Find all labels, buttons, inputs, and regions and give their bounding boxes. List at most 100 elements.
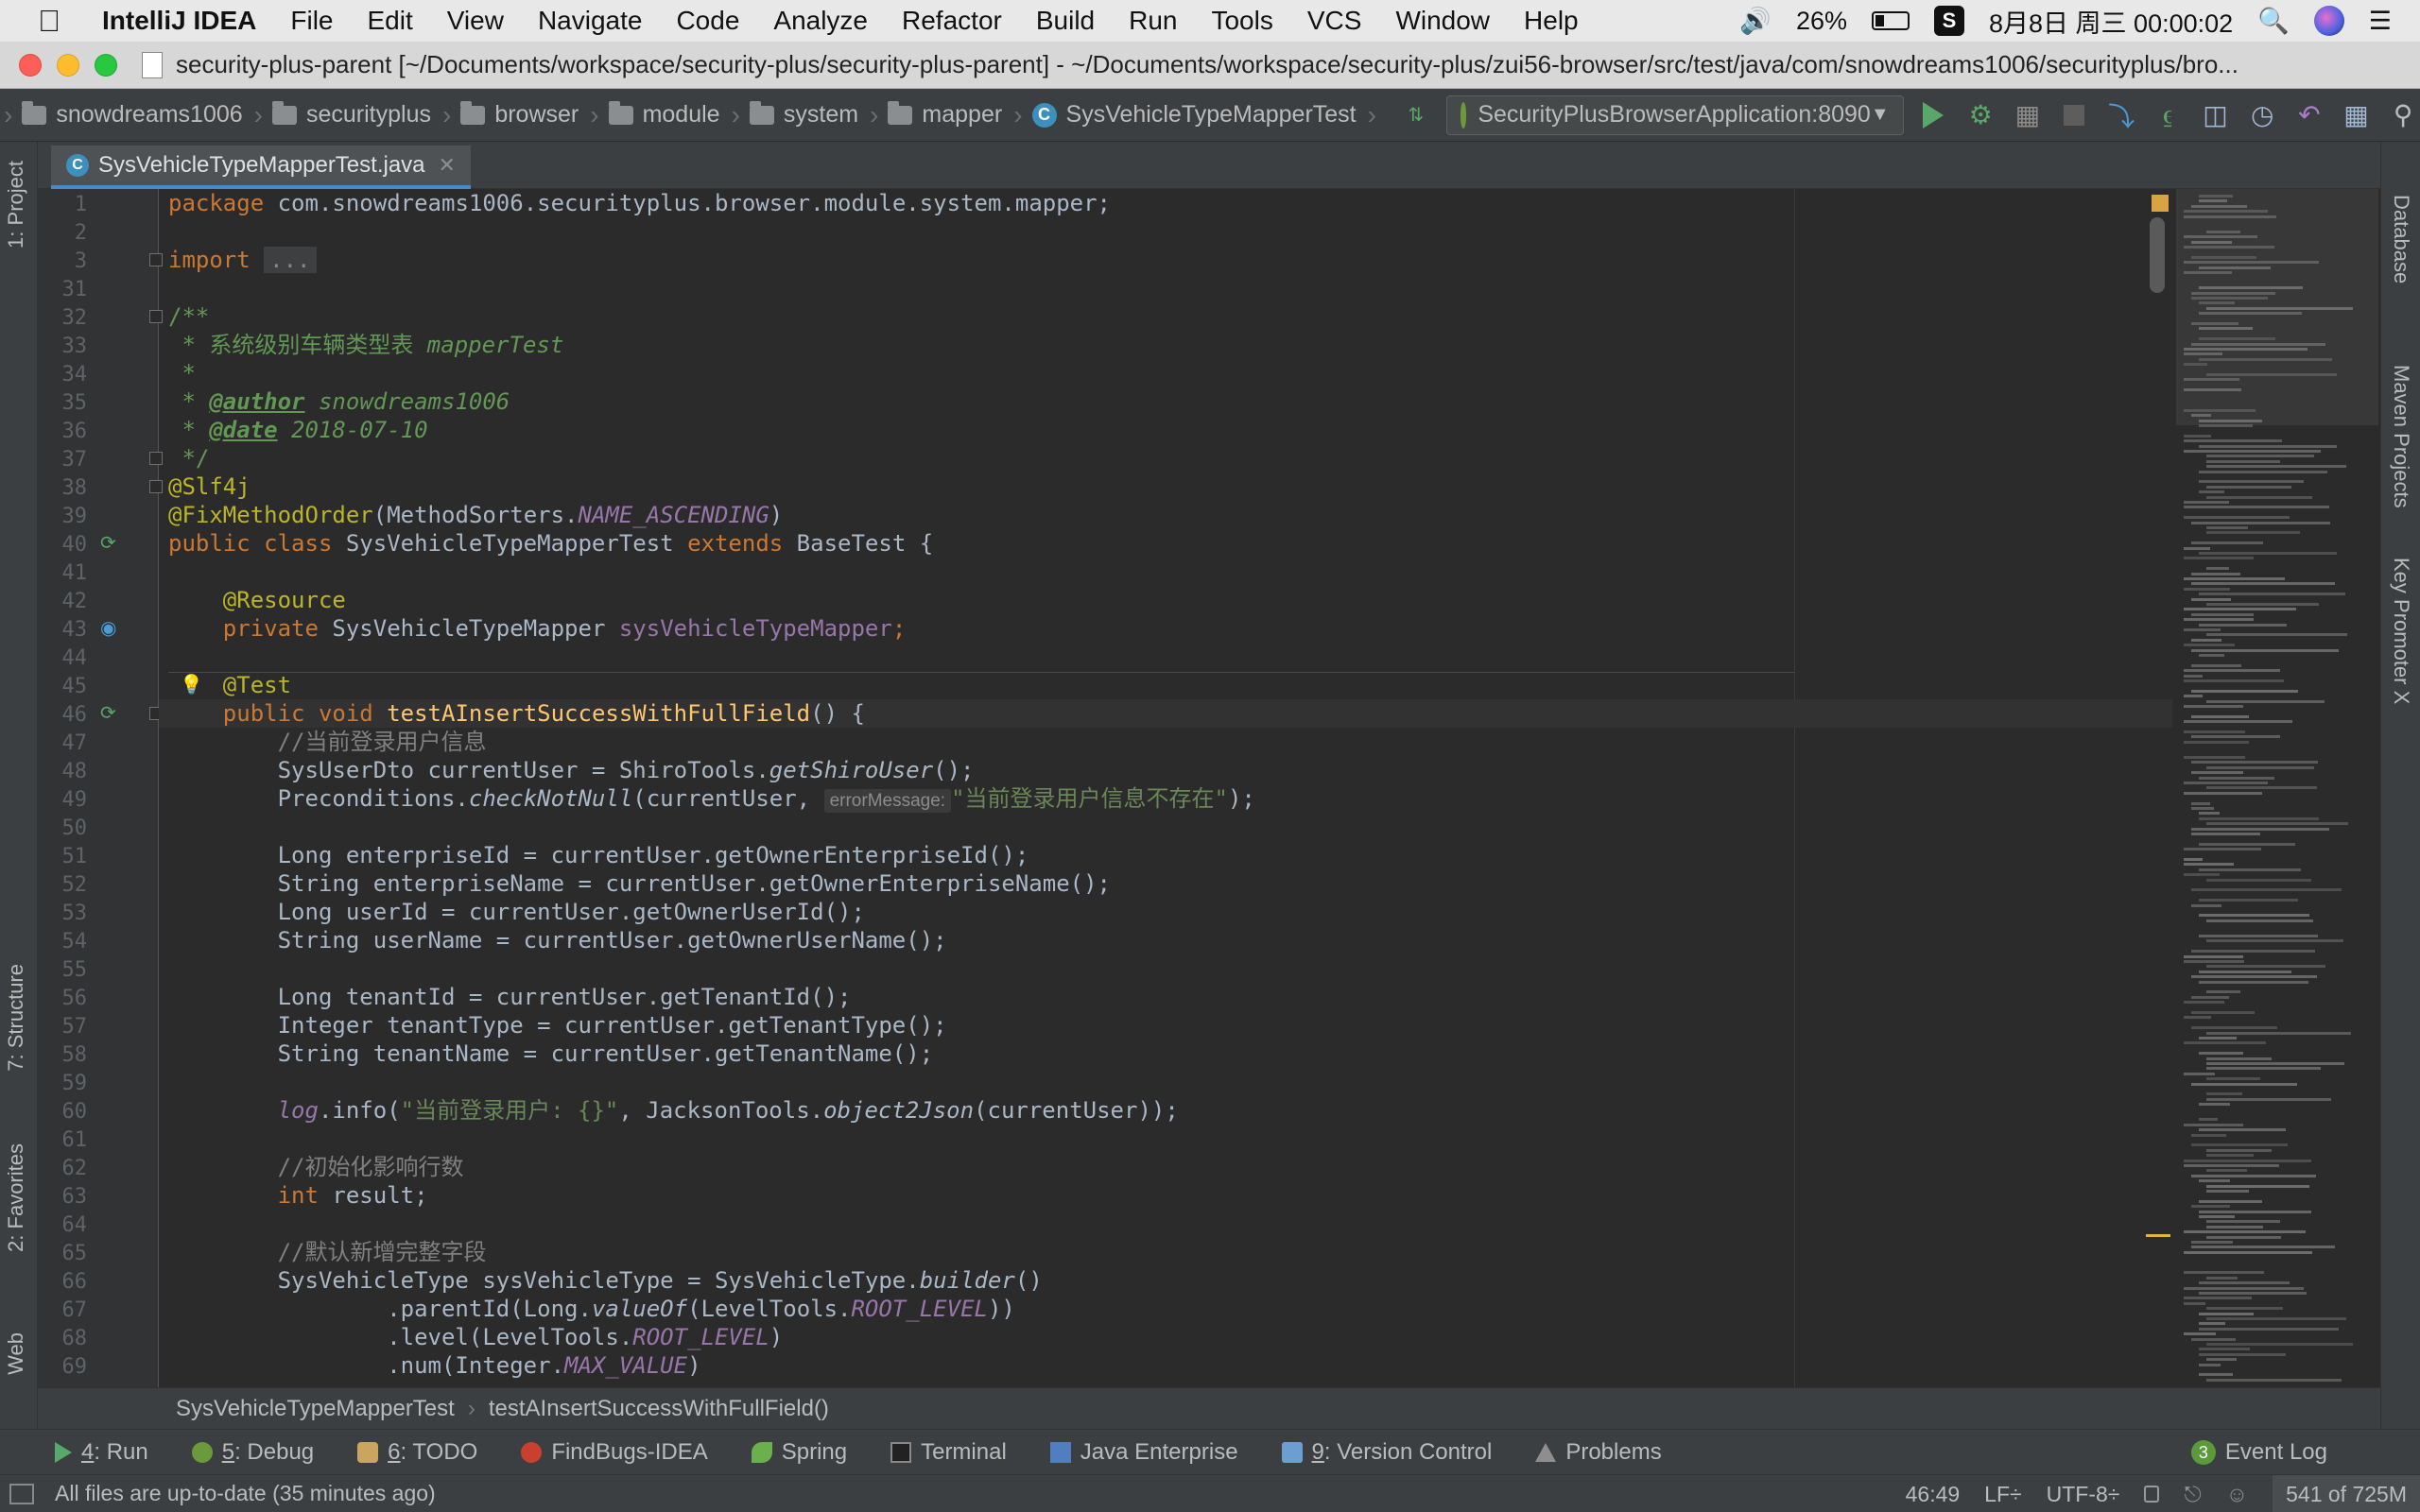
- java-enterprise-tool-button[interactable]: Java Enterprise: [1049, 1439, 1238, 1466]
- menu-code[interactable]: Code: [676, 6, 739, 36]
- structure-tool-tab[interactable]: 7: Structure: [4, 964, 28, 1072]
- revert-button[interactable]: ↶: [2292, 98, 2326, 132]
- menu-analyze[interactable]: Analyze: [773, 6, 868, 36]
- database-tool-tab[interactable]: Database: [2389, 195, 2413, 284]
- vcs-compare-button[interactable]: ◫: [2199, 98, 2233, 132]
- tool-windows-toggle-icon[interactable]: [9, 1483, 34, 1504]
- battery-percent[interactable]: 26%: [1796, 7, 1847, 36]
- menu-file[interactable]: File: [290, 6, 333, 36]
- memory-indicator[interactable]: 541 of 725M: [2273, 1475, 2420, 1512]
- nav-crumb-securityplus[interactable]: securityplus: [272, 100, 431, 129]
- run-test-gutter-icon[interactable]: ⟳: [100, 531, 116, 554]
- code-editor[interactable]: 1 2 3 31 32 33 34 35 36 37 38 39 40 41 42 43 44 45 46 47 48 4…: [38, 189, 2380, 1387]
- volume-icon[interactable]: 🔊: [1739, 6, 1772, 36]
- menu-window[interactable]: Window: [1395, 6, 1490, 36]
- code-area[interactable]: package com.snowdreams1006.securityplus.…: [159, 189, 2220, 1387]
- nav-crumb-snowdreams1006[interactable]: snowdreams1006: [22, 100, 243, 129]
- minimap-line: [2199, 1327, 2339, 1331]
- menu-edit[interactable]: Edit: [368, 6, 413, 36]
- caret-position[interactable]: 46:49: [1906, 1482, 1961, 1507]
- minimap-line: [2199, 490, 2224, 494]
- breadcrumb-method[interactable]: testAInsertSuccessWithFullField(): [489, 1396, 829, 1422]
- vertical-scrollbar-thumb[interactable]: [2150, 217, 2165, 293]
- git-icon[interactable]: ⎋: [2184, 1482, 2201, 1507]
- list-icon[interactable]: ☰: [2369, 7, 2392, 36]
- favorites-tool-tab[interactable]: 2: Favorites: [4, 1143, 28, 1252]
- maven-projects-tool-tab[interactable]: Maven Projects: [2389, 365, 2413, 508]
- minimize-window-button[interactable]: [57, 53, 79, 77]
- sort-icon[interactable]: ⇅: [1399, 98, 1433, 132]
- event-log-button[interactable]: 3 Event Log: [2190, 1430, 2327, 1475]
- menu-vcs[interactable]: VCS: [1307, 6, 1362, 36]
- menu-navigate[interactable]: Navigate: [538, 6, 643, 36]
- minimap-line: [2206, 459, 2280, 463]
- stop-button[interactable]: [2058, 98, 2092, 132]
- menu-build[interactable]: Build: [1036, 6, 1095, 36]
- findbugs-tool-button[interactable]: FindBugs-IDEA: [521, 1439, 708, 1466]
- run-tool-button[interactable]: 4: Run: [55, 1439, 148, 1466]
- lock-icon[interactable]: [2144, 1486, 2160, 1503]
- battery-icon[interactable]: [1872, 11, 1910, 30]
- menu-refactor[interactable]: Refactor: [902, 6, 1002, 36]
- vcs-commit-button[interactable]: ⍷: [2152, 98, 2186, 132]
- run-button[interactable]: [1917, 98, 1951, 132]
- key-promoter-tool-tab[interactable]: Key Promoter X: [2389, 558, 2413, 704]
- fold-marker-javadoc-end[interactable]: [149, 452, 163, 465]
- menu-run[interactable]: Run: [1129, 6, 1177, 36]
- siri-icon[interactable]: [2313, 6, 2344, 36]
- inspector-icon[interactable]: ☺: [2226, 1482, 2248, 1507]
- problems-tool-button[interactable]: Problems: [1535, 1439, 1662, 1466]
- clock[interactable]: 8月8日 周三 00:00:02: [1989, 3, 2233, 40]
- close-tab-icon[interactable]: ✕: [439, 153, 456, 178]
- search-icon[interactable]: 🔍: [2257, 6, 2290, 36]
- spring-tool-button[interactable]: Spring: [751, 1439, 847, 1466]
- vcs-update-button[interactable]: ⤵: [2104, 98, 2138, 132]
- menu-app-name[interactable]: IntelliJ IDEA: [102, 6, 256, 36]
- debug-button[interactable]: ⚙: [1963, 98, 1997, 132]
- folder-icon: [749, 100, 774, 125]
- run-test-gutter-icon[interactable]: ⟳: [100, 701, 116, 724]
- project-structure-button[interactable]: ▦: [2340, 98, 2374, 132]
- menu-help[interactable]: Help: [1524, 6, 1579, 36]
- folded-imports[interactable]: ...: [264, 247, 317, 273]
- line-separator-widget[interactable]: LF÷: [1984, 1482, 2021, 1507]
- debug-tool-button[interactable]: 5: Debug: [191, 1439, 314, 1466]
- editor-tab-sysvehicletypemappertest[interactable]: C SysVehicleTypeMapperTest.java ✕: [51, 146, 471, 189]
- line-number: 37: [61, 448, 88, 472]
- nav-crumb-system[interactable]: system: [749, 100, 858, 129]
- run-configuration-select[interactable]: SecurityPlusBrowserApplication:8090 ▼: [1445, 94, 1904, 135]
- warning-stripe-marker[interactable]: [2146, 1234, 2170, 1237]
- breadcrumb-class[interactable]: SysVehicleTypeMapperTest: [176, 1396, 455, 1422]
- nav-crumb-module[interactable]: module: [608, 100, 720, 129]
- code-glance-minimap[interactable]: [2172, 189, 2380, 1387]
- nav-crumb-browser[interactable]: browser: [460, 100, 579, 129]
- minimap-line: [2184, 450, 2321, 453]
- crumb-separator: ›: [1013, 99, 1023, 129]
- lightbulb-icon[interactable]: 💡: [180, 673, 203, 696]
- project-tool-tab[interactable]: 1: Project: [4, 161, 28, 249]
- web-tool-tab[interactable]: Web: [4, 1332, 28, 1375]
- close-window-button[interactable]: [19, 53, 42, 77]
- inspection-status-icon[interactable]: [2152, 195, 2169, 212]
- nav-crumb-class[interactable]: C SysVehicleTypeMapperTest: [1031, 101, 1357, 129]
- terminal-tool-button[interactable]: Terminal: [890, 1439, 1007, 1466]
- fold-marker-import[interactable]: [149, 253, 163, 266]
- search-everywhere-icon[interactable]: ⚲: [2386, 98, 2420, 132]
- encoding-widget[interactable]: UTF-8÷: [2047, 1482, 2120, 1507]
- minimap-line: [2184, 782, 2268, 784]
- version-control-tool-button[interactable]: 9: Version Control: [1281, 1439, 1492, 1466]
- bean-gutter-icon[interactable]: ◉: [100, 616, 116, 639]
- minimap-line: [2184, 577, 2285, 580]
- sogou-icon[interactable]: S: [1934, 6, 1965, 36]
- zoom-window-button[interactable]: [95, 53, 117, 77]
- todo-tool-button[interactable]: 6: TODO: [357, 1439, 477, 1466]
- vcs-history-button[interactable]: ◷: [2245, 98, 2279, 132]
- minimap-line: [2184, 1332, 2216, 1336]
- apple-icon[interactable]: : [0, 4, 60, 39]
- menu-tools[interactable]: Tools: [1211, 6, 1272, 36]
- nav-crumb-mapper[interactable]: mapper: [888, 100, 1002, 129]
- menu-view[interactable]: View: [447, 6, 504, 36]
- fold-marker-javadoc[interactable]: [149, 310, 163, 323]
- fold-marker-class[interactable]: [149, 480, 163, 493]
- coverage-button[interactable]: ▦: [2011, 98, 2045, 132]
